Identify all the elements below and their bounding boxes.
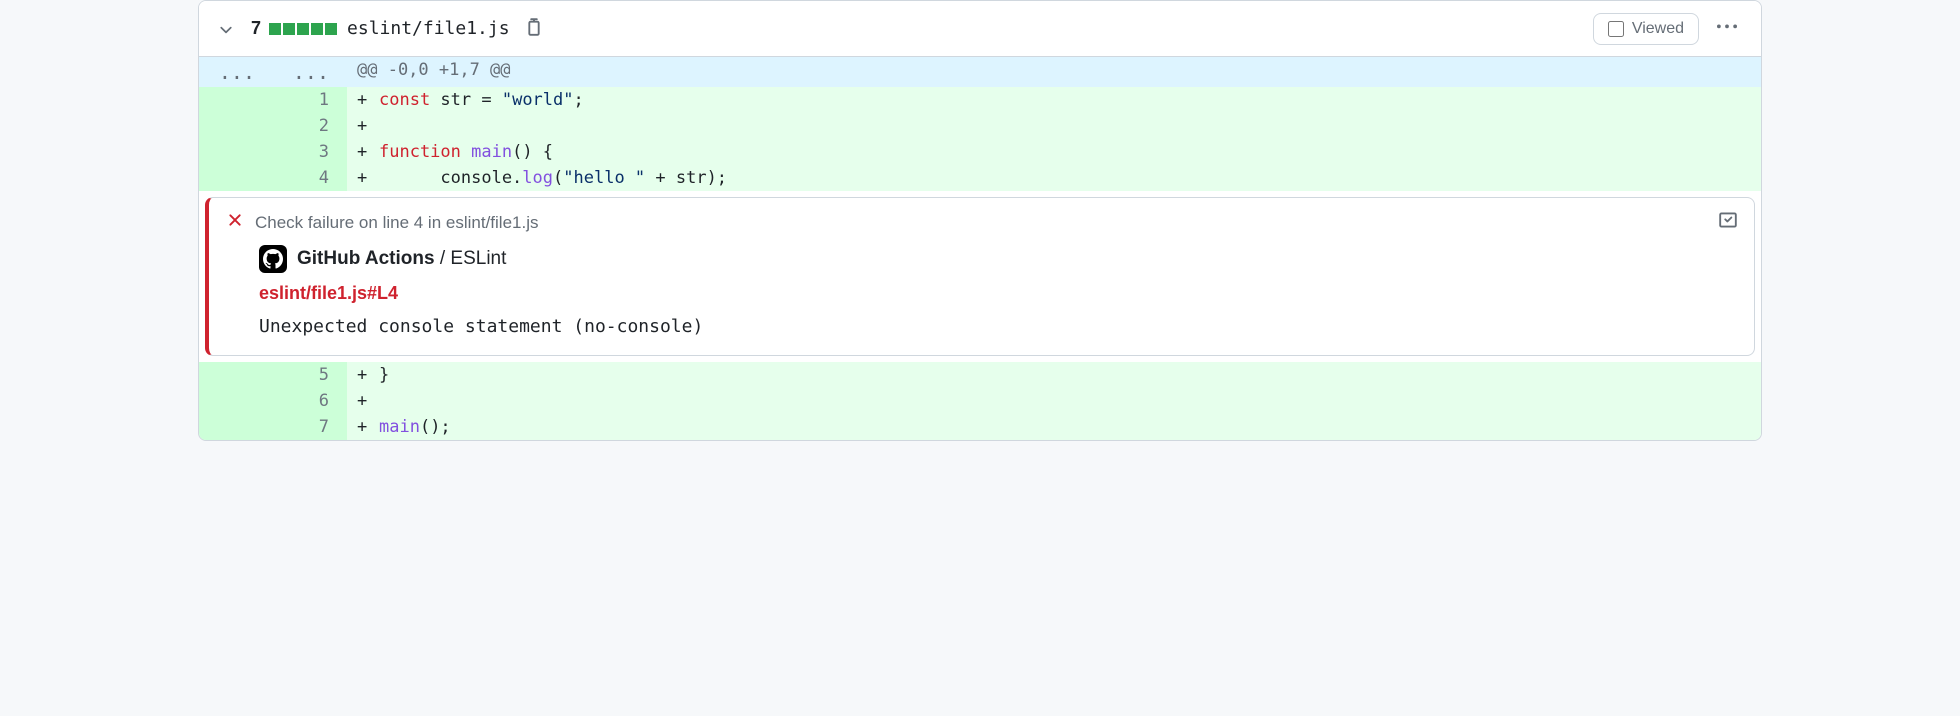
diff-line: 1+ const str = "world"; (199, 87, 1761, 113)
annotation-message: Unexpected console statement (no-console… (259, 316, 1738, 337)
hunk-header-row: ......@@ -0,0 +1,7 @@ (199, 57, 1761, 87)
diffstat-block (269, 23, 281, 35)
code-content: + main(); (347, 414, 1761, 440)
code-content: + } (347, 362, 1761, 388)
clipboard-icon (524, 17, 544, 37)
diff-line: 4+ console.log("hello " + str); (199, 165, 1761, 191)
expand-left[interactable]: ... (199, 57, 273, 87)
check-annotation-row: Check failure on line 4 in eslint/file1.… (199, 191, 1761, 362)
file-diff-container: 7 eslint/file1.js Viewed ......@@ -0,0 +… (198, 0, 1762, 441)
kebab-icon (1717, 17, 1737, 37)
hunk-header-text: @@ -0,0 +1,7 @@ (347, 57, 1761, 87)
new-line-num[interactable]: 4 (273, 165, 347, 191)
diff-line: 6+ (199, 388, 1761, 414)
new-line-num[interactable]: 2 (273, 113, 347, 139)
annotation-body: GitHub Actions / ESLint eslint/file1.js#L… (225, 235, 1738, 337)
diff-table: ......@@ -0,0 +1,7 @@1+ const str = "wor… (199, 57, 1761, 440)
annotation-title: Check failure on line 4 in eslint/file1.… (255, 213, 538, 233)
github-logo-icon (259, 245, 287, 273)
changes-count: 7 (251, 18, 261, 39)
file-path[interactable]: eslint/file1.js (347, 18, 510, 39)
annotation-source: GitHub Actions / ESLint (259, 245, 1738, 273)
old-line-num[interactable] (199, 165, 273, 191)
file-menu-button[interactable] (1711, 11, 1743, 46)
diff-line: 5+ } (199, 362, 1761, 388)
diff-line: 2+ (199, 113, 1761, 139)
diffstat (269, 23, 337, 35)
new-line-num[interactable]: 7 (273, 414, 347, 440)
collapse-toggle[interactable] (217, 16, 243, 42)
code-content: + function main() { (347, 139, 1761, 165)
old-line-num[interactable] (199, 414, 273, 440)
diffstat-block (297, 23, 309, 35)
diff-line: 3+ function main() { (199, 139, 1761, 165)
code-content: + const str = "world"; (347, 87, 1761, 113)
code-content: + (347, 388, 1761, 414)
old-line-num[interactable] (199, 87, 273, 113)
code-content: + (347, 113, 1761, 139)
diffstat-block (325, 23, 337, 35)
old-line-num[interactable] (199, 388, 273, 414)
chevron-down-icon (217, 20, 235, 38)
diffstat-block (283, 23, 295, 35)
new-line-num[interactable]: 3 (273, 139, 347, 165)
new-line-num[interactable]: 6 (273, 388, 347, 414)
code-content: + console.log("hello " + str); (347, 165, 1761, 191)
viewed-toggle[interactable]: Viewed (1593, 13, 1699, 45)
viewed-label: Viewed (1632, 20, 1684, 38)
expand-right[interactable]: ... (273, 57, 347, 87)
check-annotation: Check failure on line 4 in eslint/file1.… (205, 197, 1755, 356)
annotation-link[interactable]: eslint/file1.js#L4 (259, 283, 398, 304)
new-line-num[interactable]: 1 (273, 87, 347, 113)
old-line-num[interactable] (199, 113, 273, 139)
old-line-num[interactable] (199, 362, 273, 388)
annotation-actions[interactable] (1718, 210, 1738, 235)
new-line-num[interactable]: 5 (273, 362, 347, 388)
file-header: 7 eslint/file1.js Viewed (199, 1, 1761, 57)
viewed-checkbox[interactable] (1608, 21, 1624, 37)
copy-path-button[interactable] (520, 13, 548, 44)
old-line-num[interactable] (199, 139, 273, 165)
diff-line: 7+ main(); (199, 414, 1761, 440)
x-icon (225, 210, 245, 235)
annotation-cell: Check failure on line 4 in eslint/file1.… (199, 191, 1761, 362)
diffstat-block (311, 23, 323, 35)
annotation-header: Check failure on line 4 in eslint/file1.… (225, 210, 1738, 235)
annotation-source-text: GitHub Actions / ESLint (297, 248, 506, 270)
